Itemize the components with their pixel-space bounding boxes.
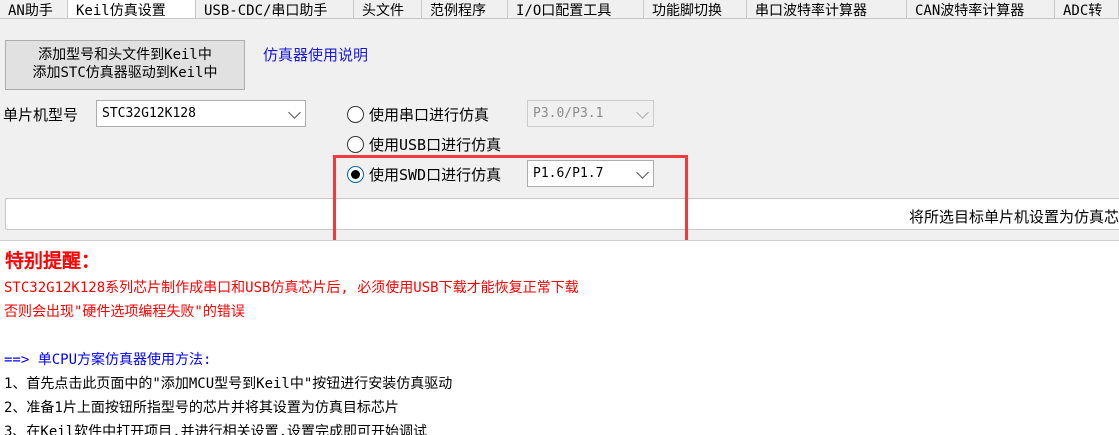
serial-port-select[interactable]: P3.0/P3.1: [527, 100, 654, 127]
add-model-line2: 添加STC仿真器驱动到Keil中: [32, 65, 218, 81]
tab-6[interactable]: 功能脚切换: [644, 0, 747, 18]
notes-step-2: 2、准备1片上面按钮所指型号的芯片并将其设置为仿真目标芯片: [4, 400, 399, 416]
tab-strip: AN助手 Keil仿真设置 USB-CDC/串口助手 头文件 范例程序 I/O口配置工具功…: [0, 0, 1119, 19]
tab-1[interactable]: Keil仿真设置: [68, 0, 196, 18]
mcu-model-select[interactable]: STC32G12K128: [96, 100, 306, 127]
radio-icon: [347, 106, 364, 123]
radio-usb-label: 使用USB口进行仿真: [369, 136, 502, 154]
notes-warning-line2: 否则会出现"硬件选项编程失败"的错误: [4, 304, 245, 320]
add-model-to-keil-button[interactable]: 添加型号和头文件到Keil中 添加STC仿真器驱动到Keil中: [5, 40, 245, 90]
chevron-down-icon: [636, 105, 649, 119]
radio-icon: [347, 136, 364, 153]
tab-4[interactable]: 范例程序: [422, 0, 508, 18]
notes-heading: 特别提醒：: [5, 250, 101, 272]
mcu-model-value: STC32G12K128: [102, 106, 196, 121]
chevron-down-icon: [288, 105, 301, 119]
tab-0[interactable]: AN助手: [0, 0, 68, 18]
notes-method-title: ==> 单CPU方案仿真器使用方法:: [4, 352, 212, 368]
radio-serial-label: 使用串口进行仿真: [369, 106, 490, 124]
tab-2[interactable]: USB-CDC/串口助手: [196, 0, 354, 18]
tab-9[interactable]: ADC转: [1055, 0, 1119, 18]
radio-serial-emulation[interactable]: 使用串口进行仿真: [347, 104, 489, 125]
highlight-annotation: [333, 155, 688, 244]
tab-5[interactable]: I/O口配置工具: [508, 0, 644, 18]
notes-step-3: 3、在Keil软件中打开项目,并进行相关设置,设置完成即可开始调试: [4, 424, 427, 435]
notes-step-1: 1、首先点击此页面中的"添加MCU型号到Keil中"按钮进行安装仿真驱动: [4, 376, 453, 392]
set-target-chip-label: 将所选目标单片机设置为仿真芯: [908, 208, 1119, 226]
emulator-help-link[interactable]: 仿真器使用说明: [263, 44, 368, 65]
add-model-line1: 添加型号和头文件到Keil中: [38, 47, 212, 63]
notes-warning-line1: STC32G12K128系列芯片制作成串口和USB仿真芯片后, 必须使用USB下…: [4, 280, 579, 296]
serial-port-value: P3.0/P3.1: [533, 106, 604, 121]
tab-8[interactable]: CAN波特率计算器: [907, 0, 1055, 18]
tab-3[interactable]: 头文件: [354, 0, 422, 18]
tab-7[interactable]: 串口波特率计算器: [747, 0, 907, 18]
mcu-model-label: 单片机型号: [3, 106, 79, 124]
radio-usb-emulation[interactable]: 使用USB口进行仿真: [347, 134, 501, 155]
notes-panel[interactable]: 特别提醒： STC32G12K128系列芯片制作成串口和USB仿真芯片后, 必须…: [0, 240, 1119, 435]
